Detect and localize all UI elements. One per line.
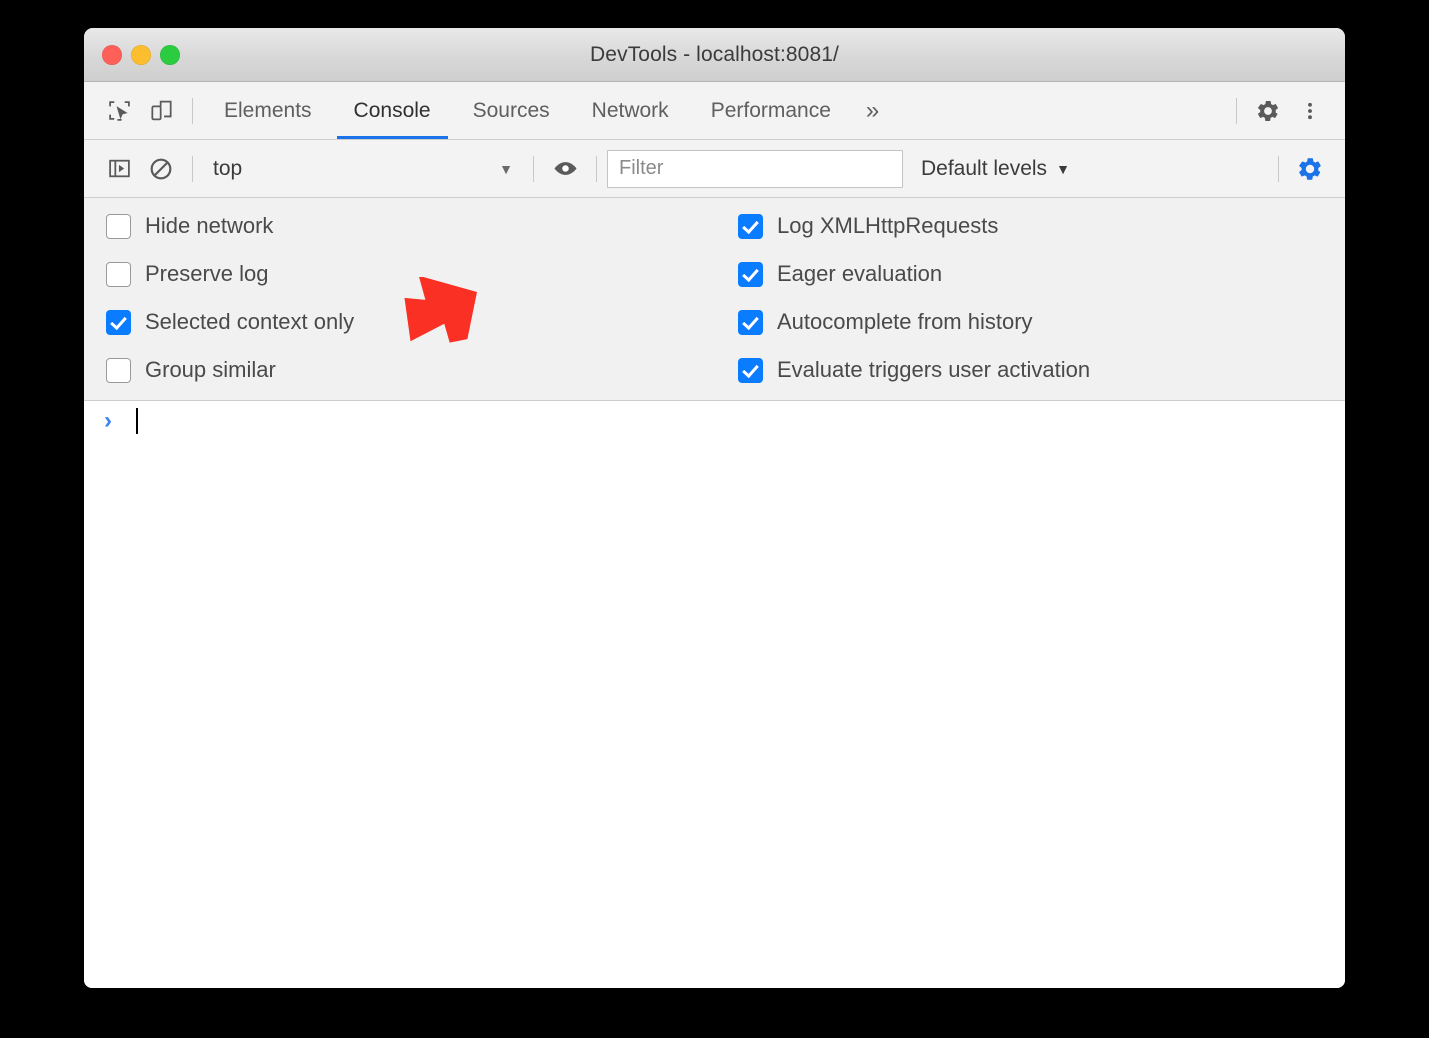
text-cursor	[136, 408, 138, 434]
more-tabs-label: »	[866, 97, 879, 125]
more-tabs-chevron-icon[interactable]: »	[852, 82, 893, 139]
autocomplete-from-history-checkbox[interactable]	[738, 310, 763, 335]
inspect-element-icon[interactable]	[98, 90, 140, 132]
setting-log-xmlhttprequests[interactable]: Log XMLHttpRequests	[738, 212, 1345, 240]
console-output-area[interactable]: ›	[84, 401, 1345, 988]
execution-context-select[interactable]: top ▼	[203, 152, 523, 186]
tabbar-right-divider	[1236, 98, 1237, 124]
tab-console-label: Console	[354, 99, 431, 123]
console-sidebar-toggle-icon[interactable]	[98, 148, 140, 190]
kebab-menu-icon[interactable]	[1289, 90, 1331, 132]
setting-group-similar[interactable]: Group similar	[106, 356, 724, 384]
eager-evaluation-checkbox[interactable]	[738, 262, 763, 287]
tab-sources[interactable]: Sources	[452, 82, 571, 139]
hide-network-checkbox[interactable]	[106, 214, 131, 239]
tab-sources-label: Sources	[473, 99, 550, 123]
log-levels-value: Default levels	[921, 157, 1047, 181]
settings-right-column: Log XMLHttpRequests Eager evaluation Aut…	[724, 212, 1345, 384]
setting-evaluate-triggers-user-activation[interactable]: Evaluate triggers user activation	[738, 356, 1345, 384]
tab-elements[interactable]: Elements	[203, 82, 333, 139]
setting-eager-evaluation[interactable]: Eager evaluation	[738, 260, 1345, 288]
tabbar-divider	[192, 98, 193, 124]
devtools-tabbar: Elements Console Sources Network Perform…	[84, 82, 1345, 140]
live-expression-eye-icon[interactable]	[544, 148, 586, 190]
console-filter-toolbar: top ▼ Default levels ▼	[84, 140, 1345, 198]
setting-autocomplete-from-history[interactable]: Autocomplete from history	[738, 308, 1345, 336]
console-toolbar-divider-1	[192, 156, 193, 182]
prompt-chevron-icon: ›	[104, 409, 132, 433]
setting-selected-context-only[interactable]: Selected context only	[106, 308, 724, 336]
gear-icon[interactable]	[1247, 90, 1289, 132]
console-toolbar-divider-2	[533, 156, 534, 182]
console-toolbar-divider-3	[596, 156, 597, 182]
window-title: DevTools - localhost:8081/	[84, 43, 1345, 67]
execution-context-value: top	[213, 157, 242, 181]
chevron-down-icon: ▼	[1056, 161, 1070, 177]
preserve-log-checkbox[interactable]	[106, 262, 131, 287]
tab-console[interactable]: Console	[333, 82, 452, 139]
tab-performance-label: Performance	[711, 99, 831, 123]
tabbar-right-group	[1226, 90, 1331, 132]
console-settings-panel: Hide network Preserve log Selected conte…	[84, 198, 1345, 401]
group-similar-label: Group similar	[145, 357, 276, 383]
filter-input[interactable]	[607, 150, 903, 188]
log-levels-select[interactable]: Default levels ▼	[921, 157, 1070, 181]
selected-context-only-label: Selected context only	[145, 309, 354, 335]
tab-network-label: Network	[592, 99, 669, 123]
console-toolbar-divider-4	[1278, 156, 1279, 182]
preserve-log-label: Preserve log	[145, 261, 269, 287]
chevron-down-icon: ▼	[499, 161, 513, 177]
hide-network-label: Hide network	[145, 213, 273, 239]
log-xmlhttprequests-checkbox[interactable]	[738, 214, 763, 239]
eager-evaluation-label: Eager evaluation	[777, 261, 942, 287]
evaluate-triggers-user-activation-checkbox[interactable]	[738, 358, 763, 383]
console-settings-gear-icon[interactable]	[1289, 148, 1331, 190]
setting-hide-network[interactable]: Hide network	[106, 212, 724, 240]
settings-left-column: Hide network Preserve log Selected conte…	[84, 212, 724, 384]
tab-elements-label: Elements	[224, 99, 312, 123]
device-toolbar-icon[interactable]	[140, 90, 182, 132]
tab-network[interactable]: Network	[571, 82, 690, 139]
selected-context-only-checkbox[interactable]	[106, 310, 131, 335]
tab-performance[interactable]: Performance	[690, 82, 852, 139]
log-xmlhttprequests-label: Log XMLHttpRequests	[777, 213, 998, 239]
window-titlebar: DevTools - localhost:8081/	[84, 28, 1345, 82]
setting-preserve-log[interactable]: Preserve log	[106, 260, 724, 288]
evaluate-triggers-user-activation-label: Evaluate triggers user activation	[777, 357, 1090, 383]
autocomplete-from-history-label: Autocomplete from history	[777, 309, 1033, 335]
console-prompt-row[interactable]: ›	[84, 401, 1345, 441]
console-toolbar-right-group	[1268, 148, 1331, 190]
group-similar-checkbox[interactable]	[106, 358, 131, 383]
devtools-window: DevTools - localhost:8081/ Elements Cons…	[84, 28, 1345, 988]
clear-console-icon[interactable]	[140, 148, 182, 190]
